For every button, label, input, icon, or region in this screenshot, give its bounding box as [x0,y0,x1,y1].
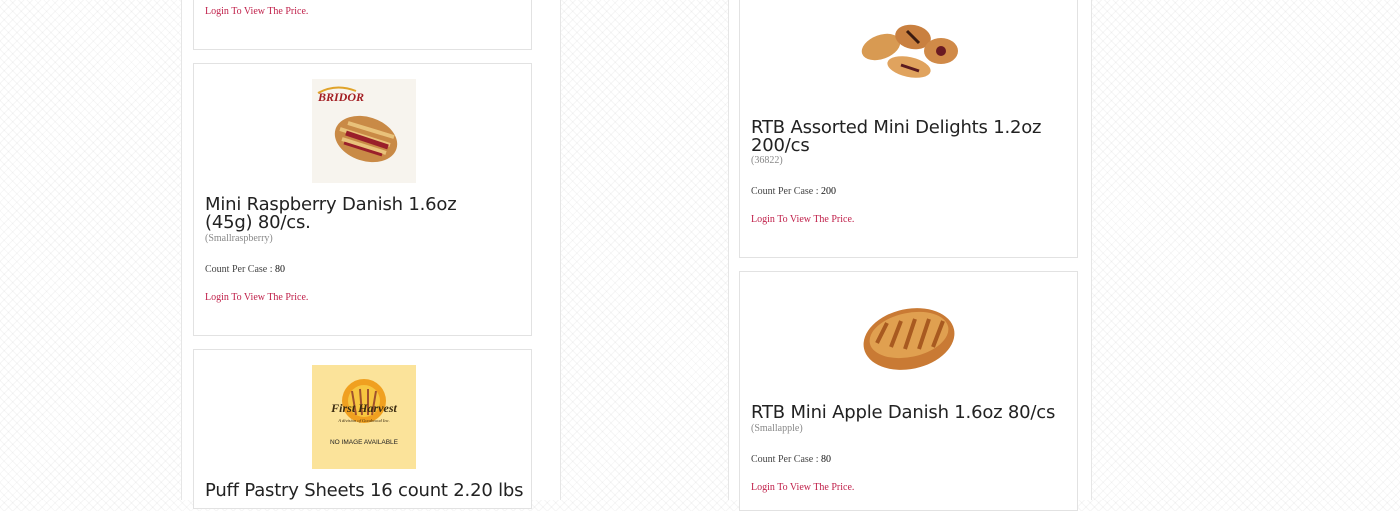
count-per-case: Count Per Case : 200 [751,186,836,197]
count-per-case-value: 80 [275,264,285,275]
product-title[interactable]: RTB Mini Apple Danish 1.6oz 80/cs [751,404,1071,422]
product-image-no-image-available[interactable]: First Harvest A division of Goodwood Inc… [312,365,416,469]
count-per-case-value: 200 [821,186,836,197]
login-to-view-price-link[interactable]: Login To View The Price. [751,214,854,225]
product-card-mini-raspberry-danish: BRIDOR Mini Raspberry Danish 1.6oz (45g)… [193,63,532,336]
product-column-left: Login To View The Price. BRIDOR Mini Ras… [181,0,561,509]
bridor-logo-text: BRIDOR [317,90,364,104]
product-image-apple-danish[interactable] [857,285,961,389]
product-image-raspberry-danish[interactable]: BRIDOR [312,79,416,183]
count-per-case: Count Per Case : 80 [751,454,831,465]
count-per-case-label: Count Per Case : [205,264,273,275]
product-card-previous: Login To View The Price. [193,0,532,50]
product-title[interactable]: Puff Pastry Sheets 16 count 2.20 lbs [205,482,525,500]
product-column-right: RTB Assorted Mini Delights 1.2oz 200/cs … [728,0,1092,511]
product-card-puff-pastry-sheets: First Harvest A division of Goodwood Inc… [193,349,532,509]
count-per-case: Count Per Case : 80 [205,264,285,275]
product-image-assorted-mini-delights[interactable] [857,1,961,105]
first-harvest-tagline: A division of Goodwood Inc. [337,418,390,423]
product-sku: (Smallapple) [751,423,803,434]
login-to-view-price-link[interactable]: Login To View The Price. [751,482,854,493]
count-per-case-label: Count Per Case : [751,186,819,197]
product-sku: (36822) [751,155,783,166]
login-to-view-price-link[interactable]: Login To View The Price. [205,292,308,303]
count-per-case-value: 80 [821,454,831,465]
login-to-view-price-link[interactable]: Login To View The Price. [205,6,308,17]
product-card-rtb-assorted-mini-delights: RTB Assorted Mini Delights 1.2oz 200/cs … [739,0,1078,258]
no-image-available-text: NO IMAGE AVAILABLE [330,439,399,446]
count-per-case-label: Count Per Case : [751,454,819,465]
first-harvest-logo-text: First Harvest [330,401,397,415]
product-title[interactable]: RTB Assorted Mini Delights 1.2oz 200/cs [751,119,1051,155]
product-sku: (Smallraspberry) [205,233,273,244]
product-card-rtb-mini-apple-danish: RTB Mini Apple Danish 1.6oz 80/cs (Small… [739,271,1078,511]
product-title[interactable]: Mini Raspberry Danish 1.6oz (45g) 80/cs. [205,196,505,232]
